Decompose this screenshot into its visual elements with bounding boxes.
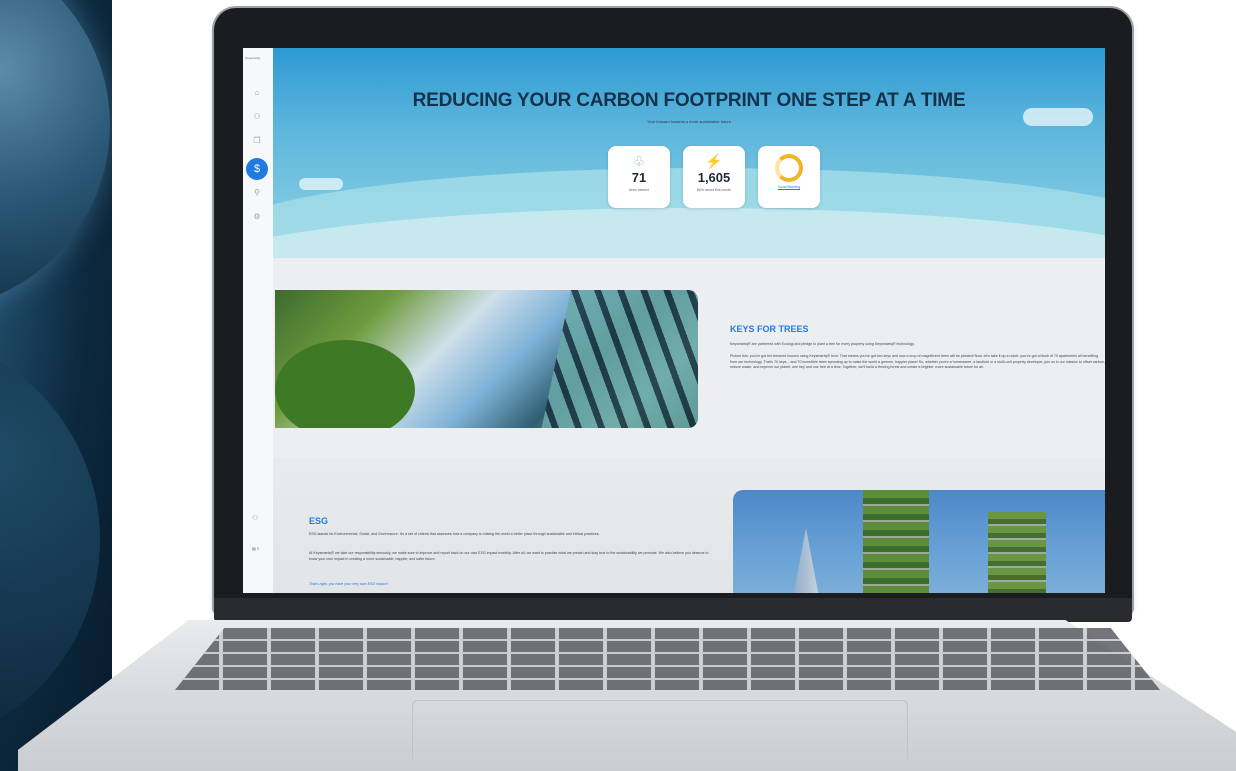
- sidebar: Keysmartiq ⌂ ⚇ ❐ $ ⚲ ⚙ ⚇ ▤ ≡: [243, 48, 274, 593]
- org-chart-icon[interactable]: ⚲: [250, 186, 264, 200]
- user-icon[interactable]: ⚇: [252, 514, 258, 522]
- keys-for-trees-body: Picture this: you've got ten terraced ho…: [730, 354, 1105, 369]
- people-icon[interactable]: ⚇: [250, 110, 264, 124]
- green-tower: [988, 512, 1046, 593]
- space-background: [0, 0, 112, 771]
- forest-building-photo: [275, 290, 698, 428]
- page-subtitle: Your forward towards a more sustainable …: [647, 119, 731, 124]
- trees-planted-card: ♧ 71 trees planted: [608, 146, 670, 208]
- keys-for-trees-title: KEYS FOR TREES: [730, 324, 809, 334]
- laptop-trackpad: [412, 700, 908, 759]
- tree-icon: ♧: [632, 153, 646, 169]
- glass-building: [536, 290, 698, 428]
- eco-coin-icon[interactable]: $: [246, 158, 268, 180]
- trees-planted-value: 71: [631, 170, 647, 185]
- settings-icon[interactable]: ⚙: [250, 210, 264, 224]
- laptop-screen: Keysmartiq ⌂ ⚇ ❐ $ ⚲ ⚙ ⚇ ▤ ≡ REDUCING YO…: [243, 48, 1105, 593]
- esg-impact-link[interactable]: That's right, you have your very own ESG…: [309, 582, 388, 586]
- tree-foliage: [275, 340, 415, 428]
- trees-planted-label: trees planted: [628, 188, 650, 192]
- ring-icon: [775, 154, 803, 182]
- esg-paragraph-1: ESG stands for Environmental, Social, an…: [309, 532, 600, 536]
- green-tower: [863, 490, 929, 593]
- energy-saved-card: ⚡ 1,605 kWh saved this month: [683, 146, 745, 208]
- home-icon[interactable]: ⌂: [250, 86, 264, 100]
- energy-saved-label: kWh saved this month: [696, 188, 732, 192]
- brand-name: Keysmartiq: [245, 56, 261, 60]
- lightning-icon: ⚡: [705, 153, 723, 169]
- esg-paragraph-2: At Keysmartiq® we take our responsibilit…: [309, 551, 709, 561]
- hero-banner: REDUCING YOUR CARBON FOOTPRINT ONE STEP …: [273, 48, 1105, 258]
- cloud-icon: [299, 178, 343, 190]
- energy-saved-value: 1,605: [697, 170, 731, 185]
- partner-logo: ▤ ≡: [252, 546, 260, 551]
- esg-title: ESG: [309, 516, 329, 526]
- vertical-forest-photo: [733, 490, 1105, 593]
- earth-image: [0, 0, 110, 310]
- keyboard-rows: [175, 628, 1160, 690]
- progress-ring-link[interactable]: Good Morning: [758, 185, 820, 189]
- keys-for-trees-intro: Keysmartiq® are partnered with Ecologi a…: [730, 342, 915, 346]
- layers-icon[interactable]: ❐: [250, 134, 264, 148]
- laptop-bezel: [214, 598, 1132, 622]
- progress-ring-card[interactable]: Good Morning: [758, 146, 820, 208]
- earth-shadow: [0, 330, 100, 750]
- page-title: REDUCING YOUR CARBON FOOTPRINT ONE STEP …: [412, 90, 966, 111]
- tower-spire: [791, 528, 821, 593]
